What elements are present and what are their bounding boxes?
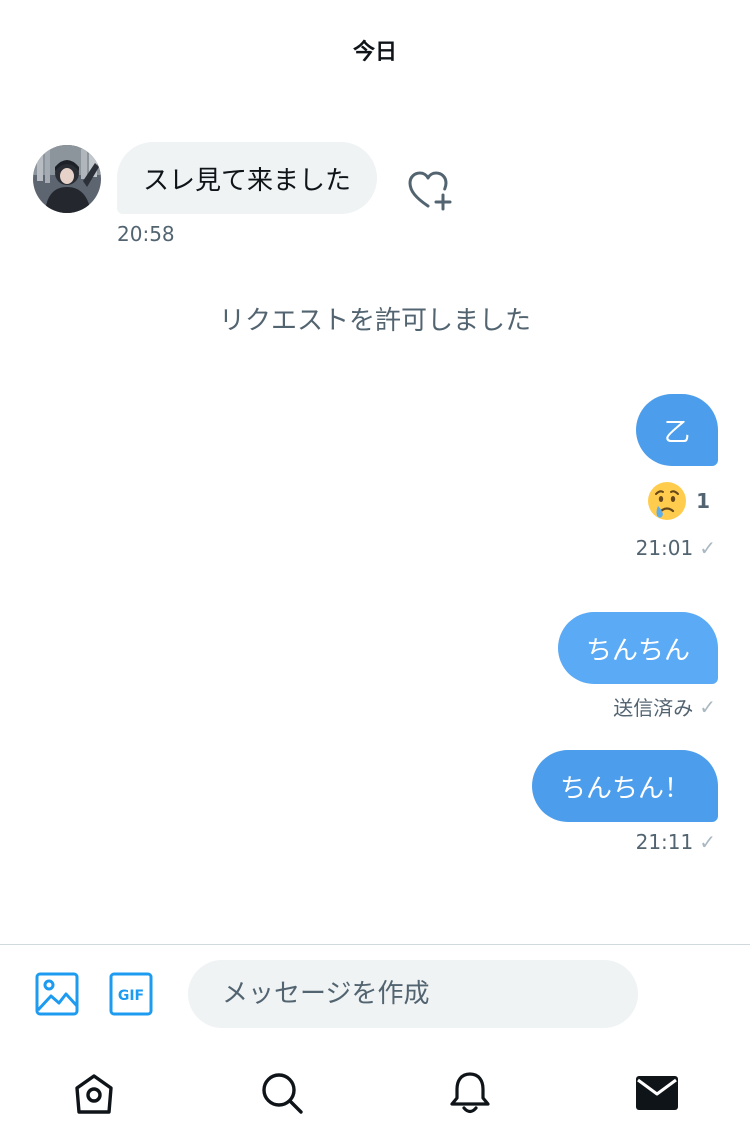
- message-timestamp: 21:01 ✓: [636, 536, 716, 560]
- bell-icon: [450, 1072, 490, 1114]
- avatar[interactable]: [33, 145, 101, 213]
- voice-waveform-icon: [674, 974, 713, 1014]
- timestamp-text: 21:01: [635, 536, 694, 560]
- message-bubble-outgoing[interactable]: ちんちん！: [531, 750, 718, 822]
- voice-message-button[interactable]: [672, 974, 714, 1014]
- heart-plus-icon: [408, 171, 452, 211]
- avatar-image: [33, 145, 101, 213]
- message-input[interactable]: [188, 960, 638, 1028]
- reaction-badge[interactable]: 1: [646, 480, 710, 522]
- sent-check-icon: ✓: [699, 536, 716, 560]
- system-note: リクエストを許可しました: [218, 306, 531, 336]
- search-icon: [262, 1073, 303, 1114]
- mail-icon: [636, 1076, 678, 1110]
- add-gif-button[interactable]: GIF: [109, 972, 153, 1016]
- nav-messages[interactable]: [634, 1070, 680, 1116]
- nav-notifications[interactable]: [447, 1070, 493, 1116]
- nav-home[interactable]: [71, 1070, 117, 1116]
- timestamp-text: 21:11: [635, 830, 694, 854]
- sent-check-icon: ✓: [699, 830, 716, 854]
- gif-icon: GIF: [109, 972, 153, 1016]
- crying-face-icon: [648, 482, 687, 520]
- gif-label: GIF: [118, 988, 144, 1004]
- add-image-button[interactable]: [35, 972, 79, 1016]
- home-icon: [75, 1074, 113, 1114]
- nav-search[interactable]: [259, 1070, 305, 1116]
- message-bubble-outgoing[interactable]: 乙: [635, 394, 718, 466]
- reaction-count: 1: [696, 489, 710, 513]
- image-icon: [35, 972, 79, 1016]
- message-timestamp: 20:58: [117, 222, 175, 246]
- date-header: 今日: [352, 40, 397, 65]
- message-bubble-outgoing[interactable]: ちんちん: [557, 612, 718, 684]
- sent-check-icon: ✓: [699, 694, 716, 719]
- message-timestamp: 21:11 ✓: [636, 830, 716, 854]
- status-text: 送信済み: [613, 696, 694, 720]
- like-message-button[interactable]: [406, 168, 454, 212]
- message-status: 送信済み ✓: [613, 692, 716, 721]
- message-bubble-incoming[interactable]: スレ見て来ました: [117, 142, 378, 214]
- composer-divider: [0, 944, 750, 945]
